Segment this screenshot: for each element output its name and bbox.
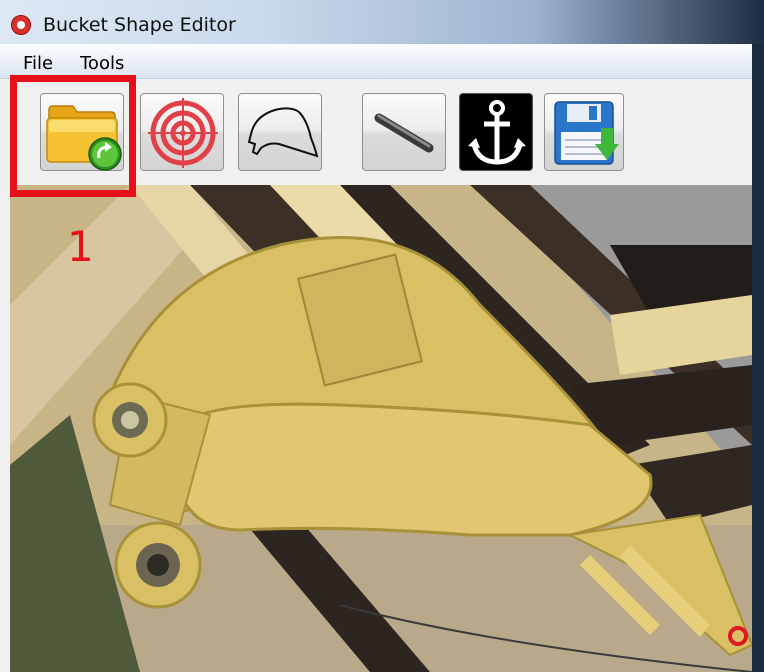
save-button[interactable] xyxy=(544,93,624,171)
title-bar: Bucket Shape Editor xyxy=(0,0,764,44)
bucket-outline-button[interactable] xyxy=(238,93,322,171)
target-button[interactable] xyxy=(140,93,224,171)
pin-button[interactable] xyxy=(362,93,446,171)
image-canvas[interactable] xyxy=(10,185,752,672)
menu-bar: File Tools xyxy=(0,44,752,79)
menu-tools[interactable]: Tools xyxy=(80,53,124,74)
app-logo-icon xyxy=(11,15,31,35)
bucket-outline-icon xyxy=(247,107,319,158)
window-frame xyxy=(752,44,764,672)
anchor-icon xyxy=(468,100,526,165)
menu-file[interactable]: File xyxy=(23,53,53,74)
bucket-photo xyxy=(10,185,752,672)
target-icon xyxy=(148,98,218,168)
pin-icon xyxy=(374,113,434,153)
anchor-button[interactable] xyxy=(459,93,533,171)
window-title: Bucket Shape Editor xyxy=(43,14,236,36)
highlight-box xyxy=(10,75,136,197)
save-icon xyxy=(554,101,619,165)
step-label: 1 xyxy=(67,222,94,271)
anchor-point-marker[interactable] xyxy=(728,626,748,646)
